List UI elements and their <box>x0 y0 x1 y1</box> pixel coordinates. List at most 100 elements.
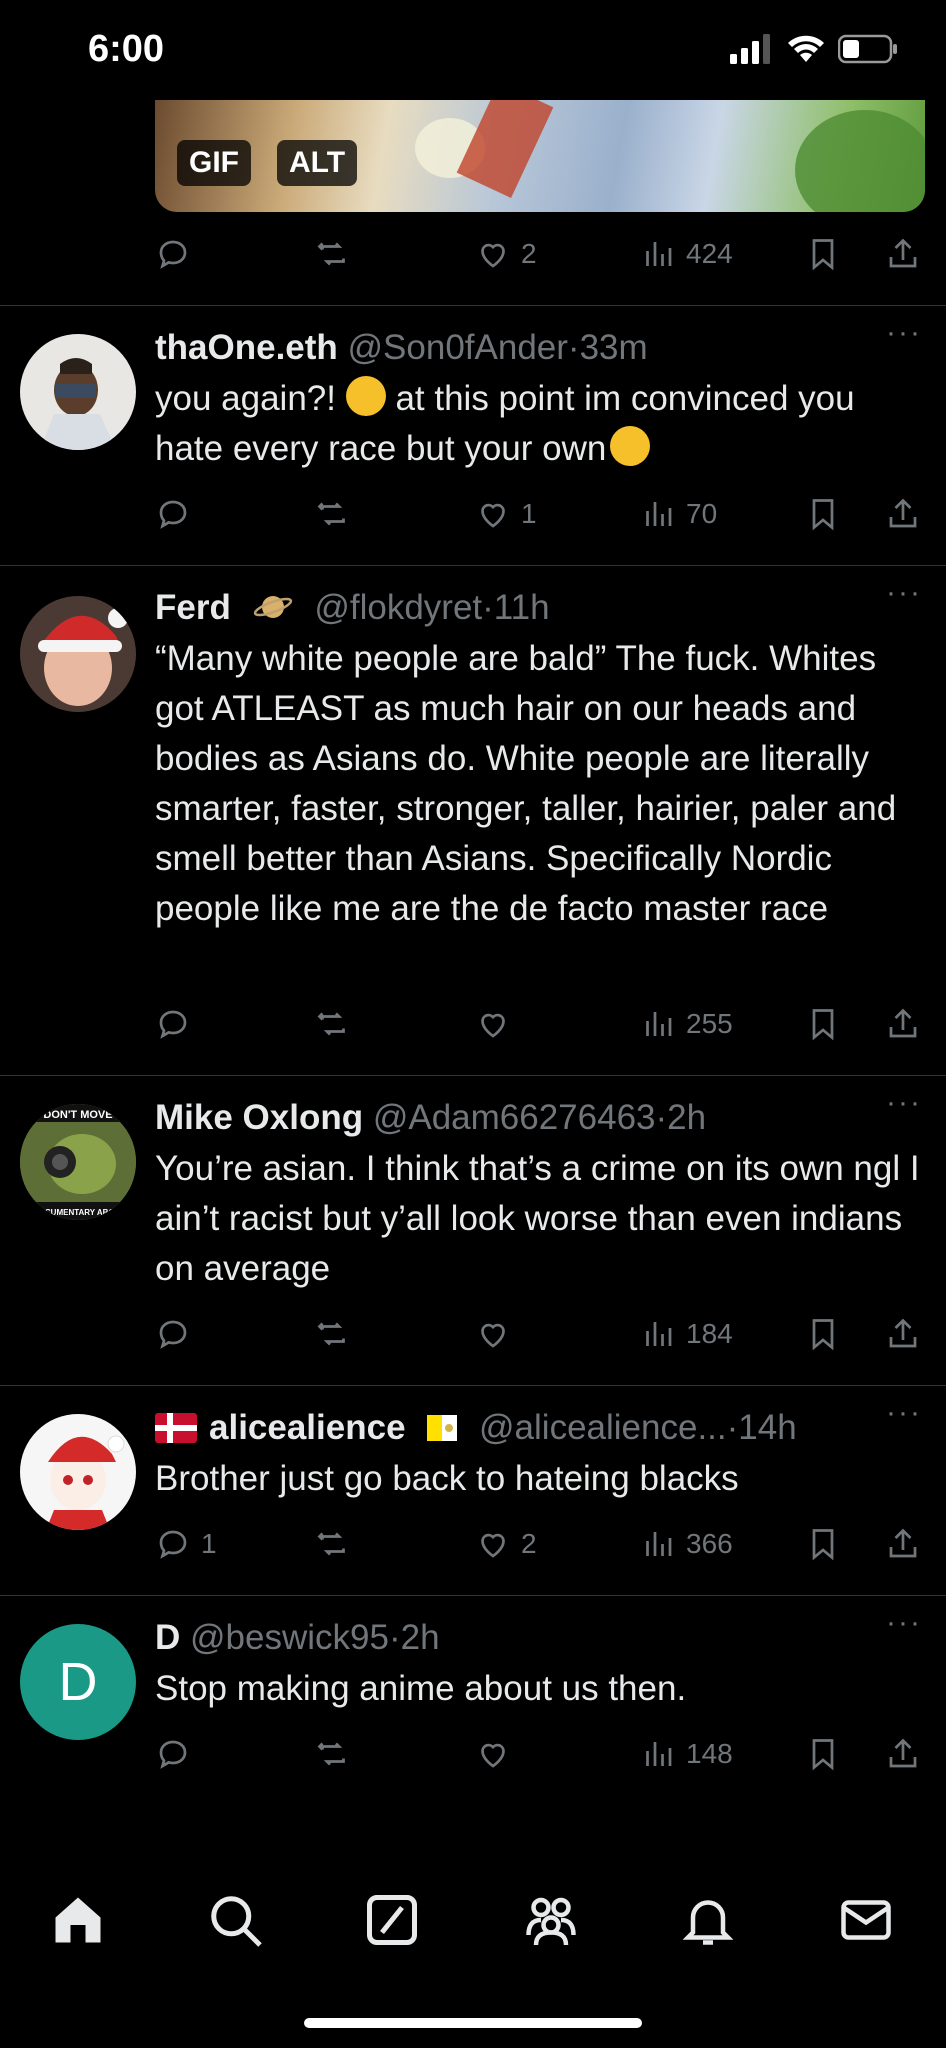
share-button[interactable] <box>885 1310 921 1358</box>
heart-icon <box>481 1533 505 1558</box>
share-button[interactable] <box>885 490 921 538</box>
handle[interactable]: @alicealience... <box>479 1408 727 1447</box>
repost-button[interactable] <box>315 490 351 538</box>
like-button[interactable]: 2 <box>475 1520 537 1568</box>
share-button[interactable] <box>885 1000 921 1048</box>
more-options-icon[interactable]: ··· <box>886 576 922 610</box>
views-button[interactable]: 366 <box>640 1520 733 1568</box>
bookmark-button[interactable] <box>805 1730 841 1778</box>
views-button[interactable]: 255 <box>640 1000 733 1048</box>
rofl-emoji-icon <box>345 376 386 416</box>
reply-icon <box>159 240 187 269</box>
handle[interactable]: @flokdyret <box>314 588 482 627</box>
reply-button[interactable] <box>155 490 201 538</box>
handle[interactable]: @Son0fAnder <box>348 328 568 367</box>
repost-icon <box>317 1742 345 1766</box>
views-button[interactable]: 70 <box>640 490 717 538</box>
repost-icon <box>317 1532 345 1556</box>
search-icon[interactable] <box>205 1890 265 1950</box>
views-button[interactable]: 184 <box>640 1310 733 1358</box>
bookmark-icon <box>812 1319 834 1351</box>
heart-icon <box>481 1323 505 1348</box>
handle[interactable]: @beswick95 <box>190 1618 389 1657</box>
tweet-header: alicealience @alicealience...·14h <box>155 1406 926 1450</box>
media-foliage <box>795 110 925 212</box>
tweet-actions: 1 2 366 <box>155 1520 925 1568</box>
view-count: 255 <box>686 1008 733 1039</box>
tweet-actions: 148 <box>155 1730 925 1778</box>
avatar[interactable] <box>20 334 136 450</box>
display-name[interactable]: Mike Oxlong <box>155 1098 363 1137</box>
avatar-letter: D <box>58 1652 98 1712</box>
tweet-actions: 184 <box>155 1310 925 1358</box>
more-options-icon[interactable]: ··· <box>886 1396 922 1430</box>
repost-button[interactable] <box>315 1000 351 1048</box>
more-options-icon[interactable]: ··· <box>886 1606 922 1640</box>
planet-emoji-icon <box>253 596 292 618</box>
repost-button[interactable] <box>315 1730 351 1778</box>
reply-icon <box>159 1010 187 1039</box>
more-options-icon[interactable]: ··· <box>886 316 922 350</box>
views-button[interactable]: 148 <box>640 1730 733 1778</box>
more-options-icon[interactable]: ··· <box>886 1086 922 1120</box>
like-count: 1 <box>521 498 537 529</box>
share-icon <box>889 498 917 528</box>
reply-button[interactable] <box>155 1000 201 1048</box>
separator: · <box>655 1098 668 1137</box>
share-button[interactable] <box>885 1730 921 1778</box>
bookmark-icon <box>812 1009 834 1041</box>
avatar[interactable]: D <box>20 1624 136 1740</box>
display-name[interactable]: thaOne.eth <box>155 328 338 367</box>
reply-button[interactable]: 1 <box>155 1520 217 1568</box>
bookmark-button[interactable] <box>805 1520 841 1568</box>
avatar[interactable]: DON'T MOVE FILMING A DOCUMENTARY ABOUT R… <box>20 1104 136 1220</box>
views-button[interactable]: 424 <box>640 230 733 278</box>
timestamp[interactable]: 14h <box>738 1408 796 1447</box>
bookmark-button[interactable] <box>805 1000 841 1048</box>
like-button[interactable] <box>475 1000 521 1048</box>
timestamp[interactable]: 2h <box>401 1618 440 1657</box>
notifications-bell-icon[interactable] <box>678 1890 738 1950</box>
communities-icon[interactable] <box>521 1890 581 1950</box>
timestamp[interactable]: 33m <box>580 328 648 367</box>
avatar[interactable] <box>20 596 136 712</box>
repost-button[interactable] <box>315 1310 351 1358</box>
share-button[interactable] <box>885 1520 921 1568</box>
like-button[interactable] <box>475 1310 521 1358</box>
timestamp[interactable]: 2h <box>667 1098 706 1137</box>
like-button[interactable]: 1 <box>475 490 537 538</box>
reply-button[interactable] <box>155 1730 201 1778</box>
share-button[interactable] <box>885 230 921 278</box>
denmark-flag-icon <box>155 1413 197 1443</box>
grok-icon[interactable] <box>362 1890 422 1950</box>
share-icon <box>889 1528 917 1558</box>
display-name[interactable]: D <box>155 1618 180 1657</box>
reply-button[interactable] <box>155 1310 201 1358</box>
tweet-media-gif[interactable]: GIF ALT <box>155 100 925 212</box>
like-count: 2 <box>521 1528 537 1559</box>
status-bar: 6:00 <box>0 0 946 100</box>
repost-button[interactable] <box>315 1520 351 1568</box>
repost-button[interactable] <box>315 230 351 278</box>
display-name[interactable]: alicealience <box>209 1408 406 1447</box>
like-button[interactable]: 2 <box>475 230 537 278</box>
home-indicator[interactable] <box>304 2018 642 2028</box>
bottom-tab-bar <box>0 1860 946 1980</box>
avatar-image <box>46 1435 125 1530</box>
handle[interactable]: @Adam66276463 <box>373 1098 656 1137</box>
reply-button[interactable] <box>155 230 191 278</box>
separator: · <box>567 328 580 367</box>
avatar[interactable] <box>20 1414 136 1530</box>
timestamp[interactable]: 11h <box>494 588 550 627</box>
bookmark-button[interactable] <box>805 490 841 538</box>
home-icon[interactable] <box>48 1890 108 1950</box>
bookmark-button[interactable] <box>805 1310 841 1358</box>
reply-icon <box>159 1740 187 1769</box>
display-name[interactable]: Ferd <box>155 588 231 627</box>
views-icon <box>646 502 672 526</box>
messages-envelope-icon[interactable] <box>836 1890 896 1950</box>
alt-badge[interactable]: ALT <box>277 140 358 186</box>
bookmark-button[interactable] <box>805 230 841 278</box>
like-button[interactable] <box>475 1730 521 1778</box>
reply-count: 1 <box>201 1528 217 1559</box>
